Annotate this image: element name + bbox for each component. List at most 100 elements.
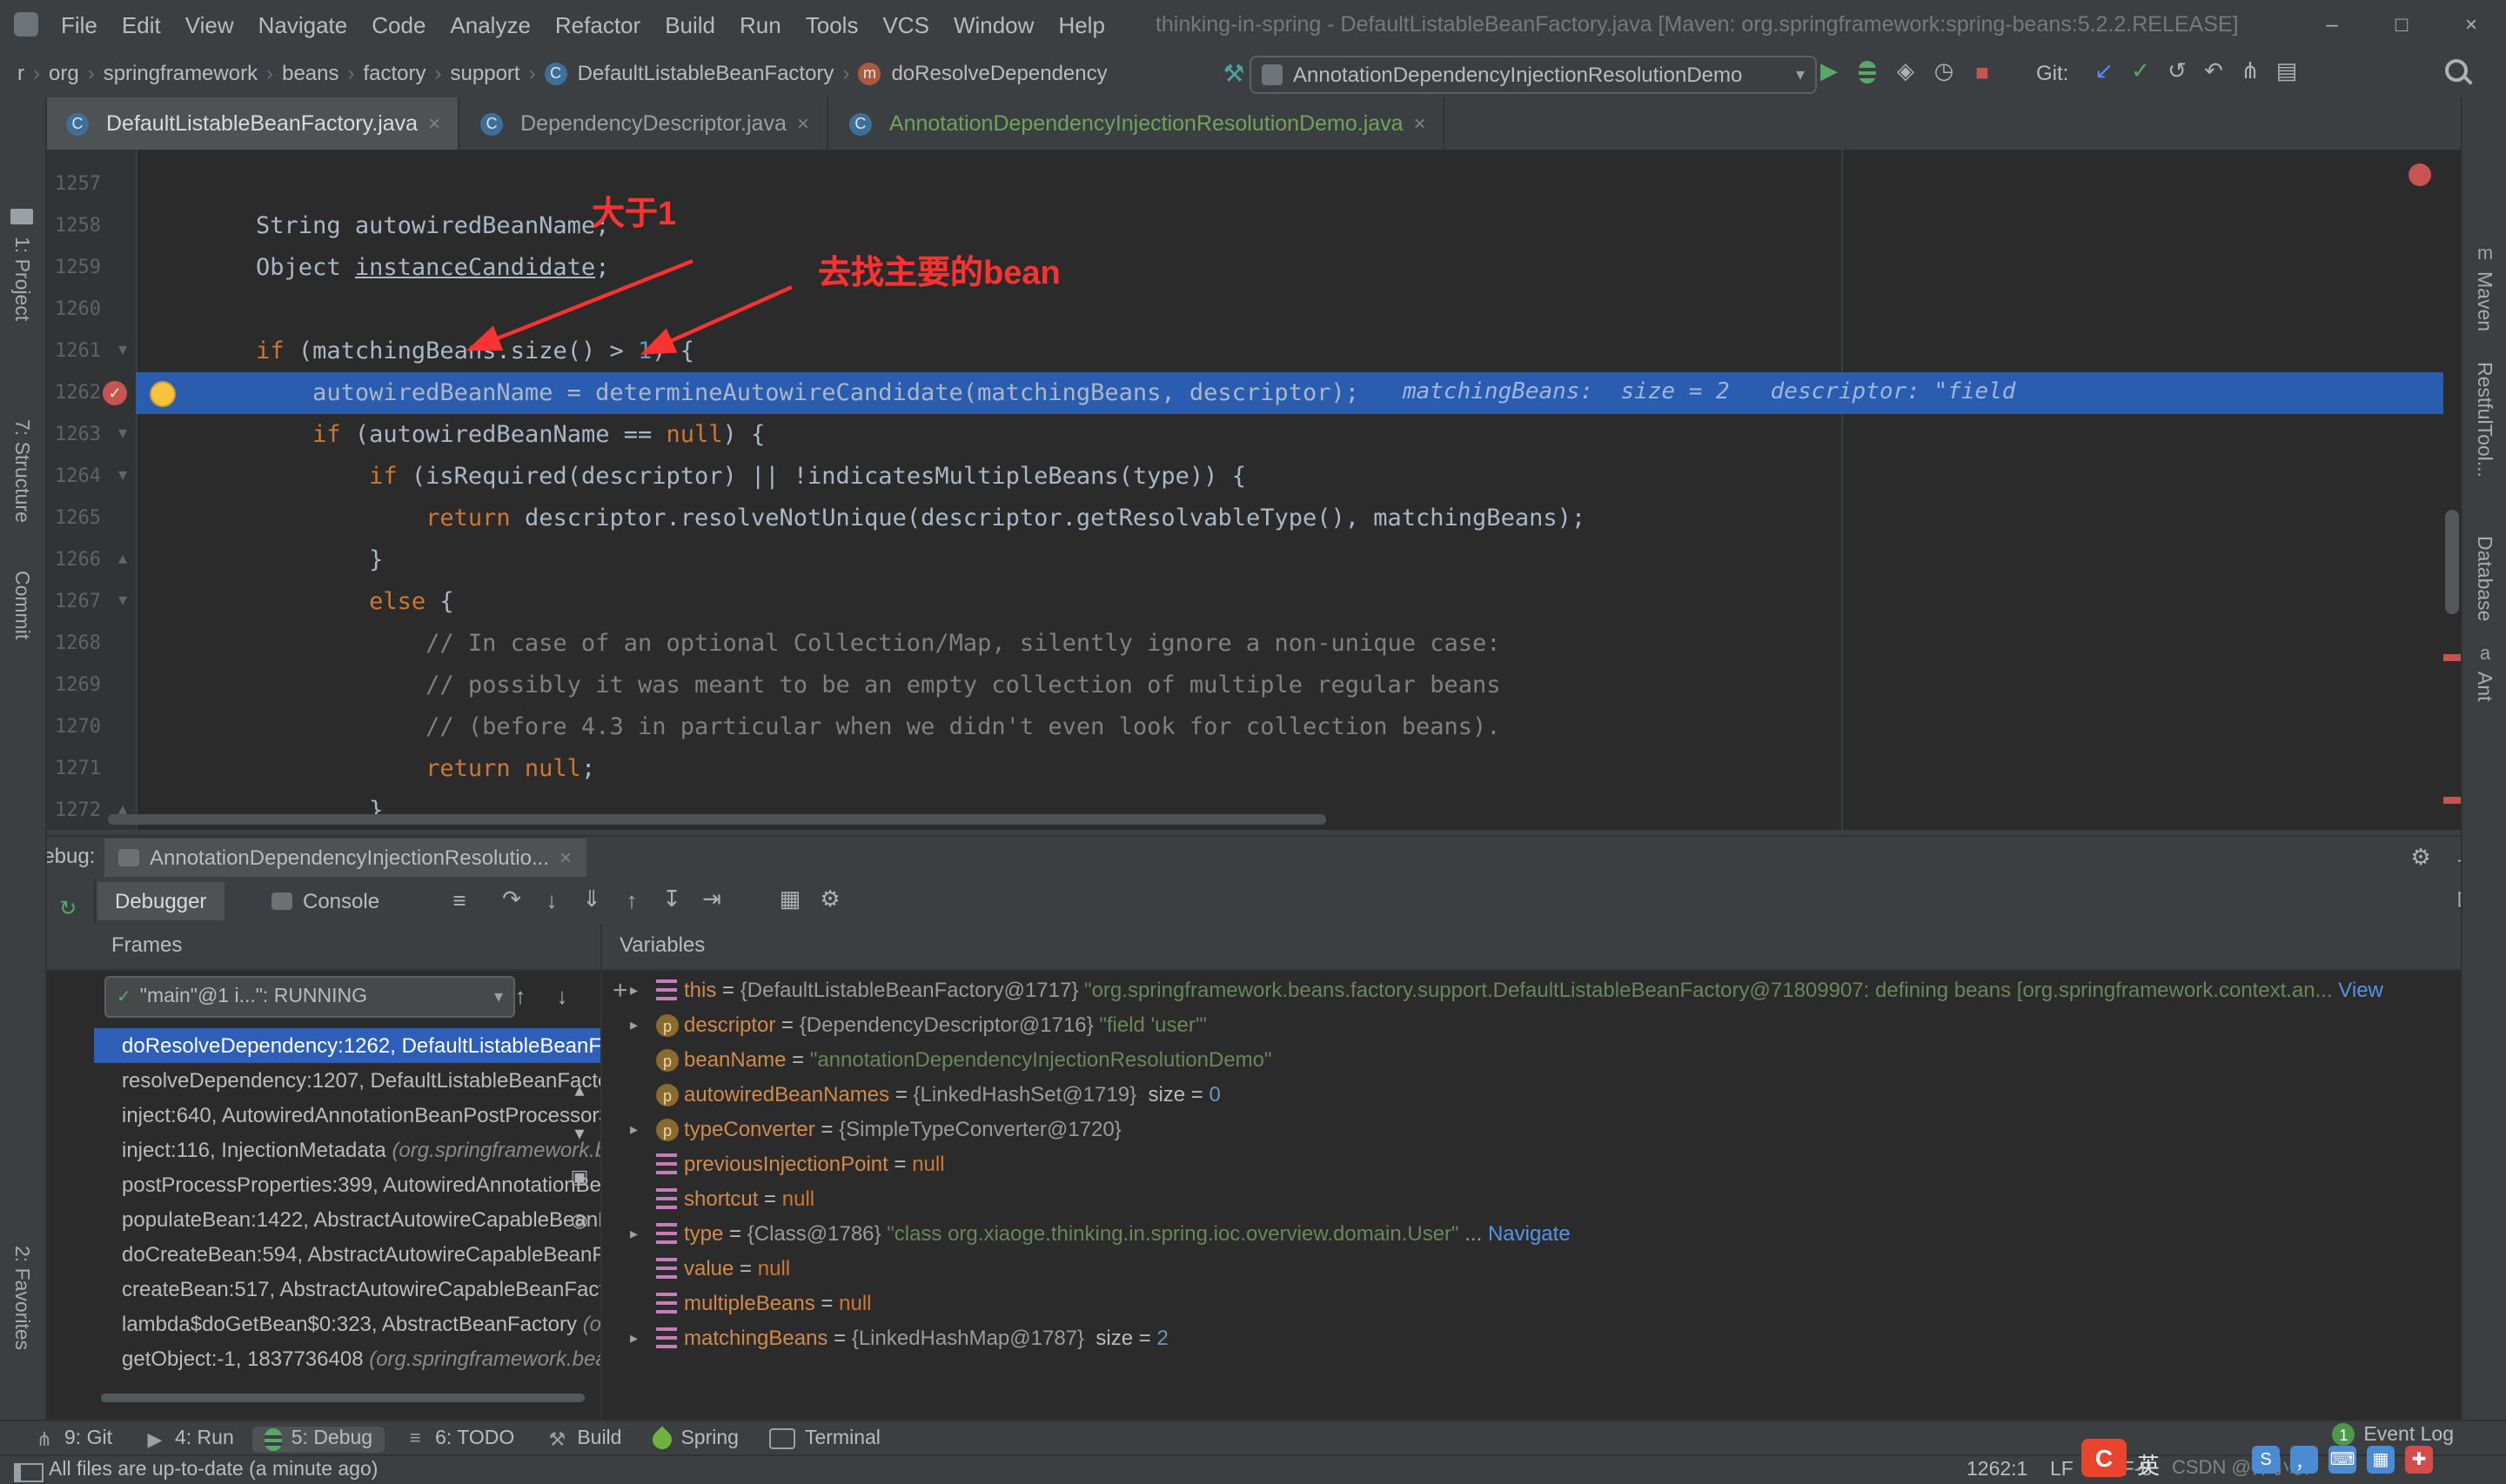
menu-item-build[interactable]: Build [653, 11, 727, 37]
menu-item-tools[interactable]: Tools [794, 11, 871, 37]
git-branches-icon[interactable]: ⋔ [2235, 56, 2266, 87]
scroll-bottom-icon[interactable]: ▾ [564, 1117, 595, 1148]
menu-item-vcs[interactable]: VCS [870, 11, 941, 37]
run-configuration-selector[interactable]: AnnotationDependencyInjectionResolutionD… [1250, 56, 1817, 94]
thread-selector[interactable]: ✓ "main"@1 i...": RUNNING ▾ [104, 976, 515, 1018]
line-number[interactable]: 1265 [49, 498, 101, 539]
breadcrumb-item[interactable]: r [14, 61, 28, 85]
stripe-button-commit[interactable]: Commit [10, 571, 31, 639]
maximize-button[interactable]: □ [2367, 0, 2436, 49]
variable-row[interactable]: ▸ p descriptor = {DependencyDescriptor@171… [600, 1007, 2461, 1042]
editor-horizontal-scrollbar[interactable] [108, 814, 1326, 825]
line-number[interactable]: 1261 [49, 331, 101, 372]
menu-item-view[interactable]: View [173, 11, 246, 37]
variable-row[interactable]: value = null [600, 1251, 2461, 1286]
run-to-cursor-icon[interactable]: ⇥ [696, 884, 727, 915]
editor-tab[interactable]: C AnnotationDependencyInjectionResolution… [828, 97, 1445, 150]
rerun-icon[interactable]: ↻ [52, 892, 84, 924]
event-log-widget[interactable]: 1 Event Log [2332, 1423, 2454, 1446]
options-menu-icon[interactable]: ≡ [444, 884, 475, 915]
stack-frame-row[interactable]: inject:116, InjectionMetadata (org.sprin… [94, 1133, 600, 1167]
menu-item-navigate[interactable]: Navigate [246, 11, 360, 37]
line-number[interactable]: 1272 [49, 790, 101, 830]
toolwindow-build[interactable]: ⚒ Build [533, 1426, 633, 1452]
toolwindow-todo[interactable]: ≡ 6: TODO [392, 1426, 526, 1452]
breadcrumb-item[interactable]: support [447, 61, 524, 85]
close-button[interactable]: × [2436, 0, 2506, 49]
git-update-icon[interactable]: ↙ [2088, 56, 2120, 87]
variable-row[interactable]: ▸ matchingBeans = {LinkedHashMap@1787} si… [600, 1320, 2461, 1355]
toolwindow-git[interactable]: ⋔ 9: Git [21, 1426, 124, 1452]
git-rollback-icon[interactable]: ↶ [2198, 56, 2229, 87]
coverage-icon[interactable]: ◈ [1890, 56, 1921, 87]
stripe-button-maven[interactable]: Maven [2473, 271, 2494, 331]
stack-frame-row[interactable]: lambda$doGetBean$0:323, AbstractBeanFact… [94, 1307, 600, 1341]
toolwindow-run[interactable]: ▶ 4: Run [131, 1426, 246, 1452]
line-number[interactable]: 1260 [49, 289, 101, 331]
fold-marker-icon[interactable]: ▴ [118, 539, 136, 581]
fold-marker-icon[interactable]: ▾ [118, 581, 136, 623]
focus-frame-icon[interactable]: ◎ [564, 1204, 595, 1235]
stack-frame-row[interactable]: populateBean:1422, AbstractAutowireCapab… [94, 1202, 600, 1237]
menu-item-file[interactable]: File [49, 11, 110, 37]
line-number[interactable]: 1257 [49, 164, 101, 205]
breadcrumb-method[interactable]: doResolveDependency [888, 61, 1110, 85]
menu-item-refactor[interactable]: Refactor [543, 11, 653, 37]
breadcrumb-item[interactable]: springframework [100, 61, 261, 85]
step-into-icon[interactable]: ↓ [536, 884, 567, 915]
inspections-badge[interactable] [2409, 164, 2431, 186]
editor-tab[interactable]: C DefaultListableBeanFactory.java × [45, 97, 460, 150]
close-icon[interactable]: × [797, 111, 809, 136]
evaluate-expression-icon[interactable]: ▦ [774, 884, 806, 915]
force-step-into-icon[interactable]: ⇓ [576, 884, 607, 915]
variable-row[interactable]: ▸ p typeConverter = {SimpleTypeConverter@1… [600, 1112, 2461, 1146]
debug-session-tab[interactable]: AnnotationDependencyInjectionResolutio..… [104, 839, 586, 877]
stripe-button-restfultool---[interactable]: RestfulTool... [2473, 362, 2494, 478]
stack-frame-row[interactable]: createBean:517, AbstractAutowireCapableB… [94, 1272, 600, 1307]
menu-item-edit[interactable]: Edit [110, 11, 173, 37]
variable-row[interactable]: shortcut = null [600, 1181, 2461, 1216]
line-number[interactable]: 1264 [49, 456, 101, 498]
variable-row[interactable]: previousInjectionPoint = null [600, 1146, 2461, 1181]
fold-marker-icon[interactable]: ▾ [118, 456, 136, 498]
line-number[interactable]: 1270 [49, 706, 101, 748]
line-number[interactable]: 1258 [49, 205, 101, 247]
line-number[interactable]: 1268 [49, 623, 101, 665]
drop-frame-icon[interactable]: ↧ [656, 884, 687, 915]
stack-frame-row[interactable]: doCreateBean:594, AbstractAutowireCapabl… [94, 1237, 600, 1272]
line-number[interactable]: 1269 [49, 665, 101, 706]
stripe-button----project[interactable]: 1: Project [10, 237, 31, 321]
variable-row[interactable]: multipleBeans = null [600, 1286, 2461, 1320]
prev-frame-icon[interactable]: ↑ [505, 979, 536, 1011]
stop-icon[interactable]: ■ [1967, 56, 1998, 87]
frames-horizontal-scrollbar[interactable] [101, 1394, 585, 1402]
expand-chevron-icon[interactable]: ▸ [630, 1216, 638, 1251]
app-icon[interactable] [14, 12, 38, 37]
line-number[interactable]: 1262 [49, 372, 101, 414]
stripe-button-database[interactable]: Database [2473, 536, 2494, 621]
search-everywhere-icon[interactable] [2445, 59, 2468, 90]
stack-frame-row[interactable]: postProcessProperties:399, AutowiredAnno… [94, 1167, 600, 1202]
close-icon[interactable]: × [428, 111, 440, 136]
close-icon[interactable]: × [1414, 111, 1426, 136]
stack-frame-row[interactable]: doResolveDependency:1262, DefaultListabl… [94, 1028, 600, 1063]
variable-row[interactable]: p autowiredBeanNames = {LinkedHashSet@171… [600, 1077, 2461, 1112]
settings-gear-icon[interactable]: ⚙ [2405, 842, 2436, 873]
expand-chevron-icon[interactable]: ▸ [630, 1320, 638, 1355]
minimize-button[interactable]: – [2297, 0, 2367, 49]
editor-tab[interactable]: C DependencyDescriptor.java × [459, 97, 828, 150]
stack-frame-row[interactable]: inject:640, AutowiredAnnotationBeanPostP… [94, 1098, 600, 1133]
stripe-button----structure[interactable]: 7: Structure [10, 419, 31, 523]
stack-frame-row[interactable]: getObject:-1, 1837736408 (org.springfram… [94, 1341, 600, 1376]
code-editor[interactable]: 1257 1258 String autowiredBeanName; 1259 O… [45, 150, 2461, 830]
next-frame-icon[interactable]: ↓ [546, 979, 578, 1011]
line-number[interactable]: 1267 [49, 581, 101, 623]
line-number[interactable]: 1263 [49, 414, 101, 456]
debug-icon[interactable] [1852, 56, 1883, 87]
tab-console[interactable]: Console [261, 882, 390, 920]
menu-item-run[interactable]: Run [727, 11, 794, 37]
toolwindow-toggle-icon[interactable] [14, 1463, 44, 1482]
step-out-icon[interactable]: ↑ [616, 884, 647, 915]
file-encoding[interactable]: UTF-8 [2095, 1460, 2152, 1481]
profiler-icon[interactable]: ◷ [1928, 56, 1960, 87]
